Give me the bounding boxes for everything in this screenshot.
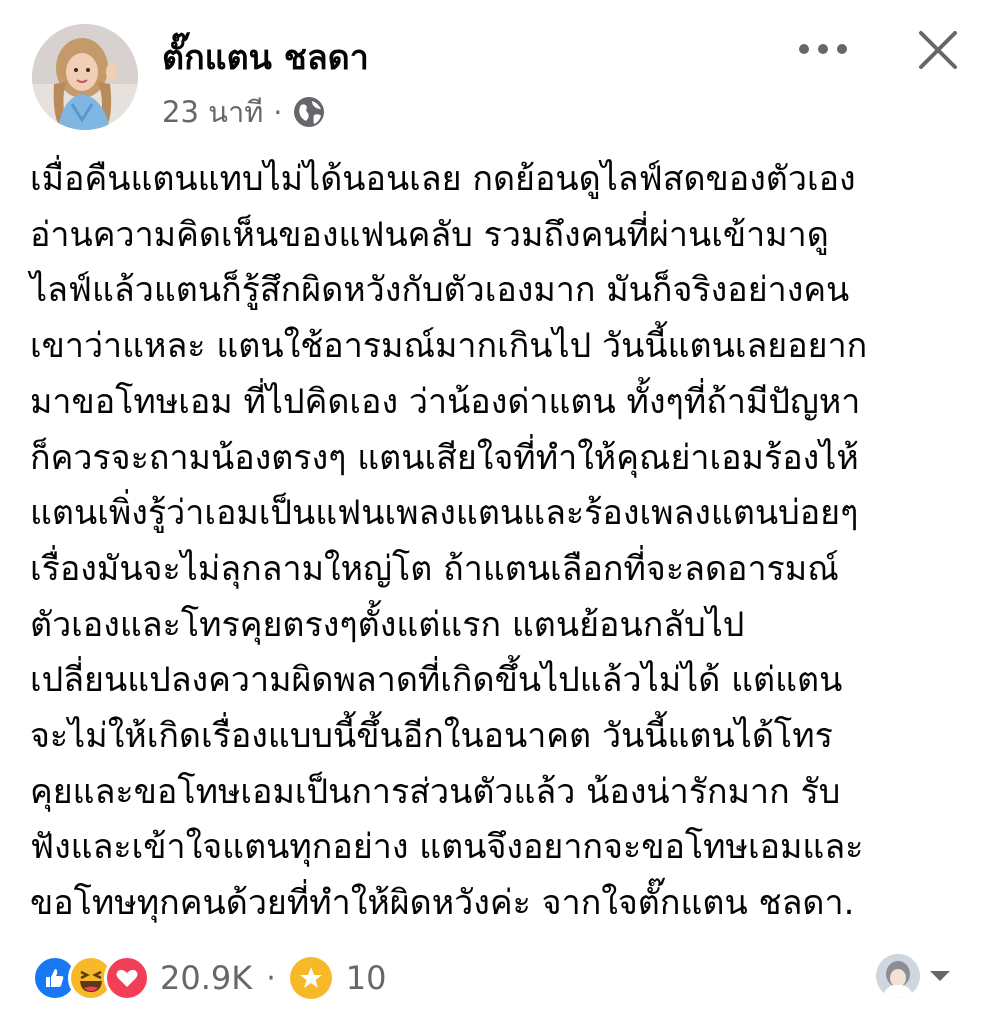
post-text-line: เปลี่ยนแปลงความผิดพลาดที่เกิดขึ้นไปแล้วไ… (30, 660, 843, 701)
post-text-line: เมื่อคืนแตนแทบไม่ได้นอนเลย กดย้อนดูไลฟ์ส… (30, 159, 856, 199)
post-text-line: มาขอโทษเอม ที่ไปคิดเอง ว่าน้องด่าแตน ทั้… (30, 381, 861, 422)
post-text-line: ฟังและเข้าใจแตนทุกอย่าง แตนจึงอยากจะขอโท… (30, 827, 864, 868)
current-user-avatar (876, 954, 920, 998)
post-time[interactable]: 23 นาที (162, 89, 263, 135)
love-icon (104, 955, 150, 1001)
post-text-line: อ่านความคิดเห็นของแฟนคลับ รวมถึงคนที่ผ่า… (30, 214, 829, 255)
reaction-identity-selector[interactable] (876, 954, 952, 998)
author-avatar[interactable] (32, 24, 138, 130)
reactions-summary[interactable]: 20.9K · 10 (32, 955, 387, 1001)
post-text-line: เรื่องมันจะไม่ลุกลามใหญ่โต ถ้าแตนเลือกที… (30, 548, 839, 589)
reaction-count: 20.9K (160, 959, 253, 997)
globe-icon[interactable] (292, 95, 326, 129)
post-text-line: แตนเพิ่งรู้ว่าเอมเป็นแฟนเพลงแตนและร้องเพ… (30, 493, 859, 534)
close-icon (919, 31, 957, 69)
post-text-line: คุยและขอโทษเอมเป็นการส่วนตัวแล้ว น้องน่า… (30, 771, 841, 812)
post-text-line: เขาว่าแหละ แตนใช้อารมณ์มากเกินไป วันนี้แ… (30, 326, 868, 367)
stars-count: 10 (345, 959, 387, 997)
footer-separator: · (266, 960, 276, 996)
post-text-line: ไลฟ์แล้วแตนก็รู้สึกผิดหวังกับตัวเองมาก ม… (30, 270, 850, 311)
chevron-down-icon (930, 971, 950, 981)
post-footer: 20.9K · 10 (0, 946, 996, 1010)
post-text-line: ตัวเองและโทรคุยตรงๆตั้งแต่แรก แตนย้อนกลั… (30, 604, 745, 645)
post-text-line: ขอโทษทุกคนด้วยที่ทำให้ผิดหวังค่ะ จากใจตั… (30, 883, 855, 924)
post-text-line: ก็ควรจะถามน้องตรงๆ แตนเสียใจที่ทำให้คุณย… (30, 437, 859, 478)
post-body: เมื่อคืนแตนแทบไม่ได้นอนเลย กดย้อนดูไลฟ์ส… (30, 152, 975, 932)
avatar-photo (32, 24, 138, 130)
close-button[interactable] (912, 24, 964, 76)
author-name[interactable]: ตั๊กแตน ชลดา (162, 30, 369, 84)
meta-separator: · (273, 95, 283, 129)
post-text-line: จะไม่ให้เกิดเรื่องแบบนี้ขึ้นอีกในอนาคต ว… (30, 716, 833, 757)
post-header: ตั๊กแตน ชลดา 23 นาที · (0, 0, 996, 140)
more-options-button[interactable] (796, 26, 850, 72)
star-icon[interactable] (289, 957, 332, 999)
more-dots-icon (799, 44, 847, 54)
post-meta: 23 นาที · (162, 92, 326, 132)
